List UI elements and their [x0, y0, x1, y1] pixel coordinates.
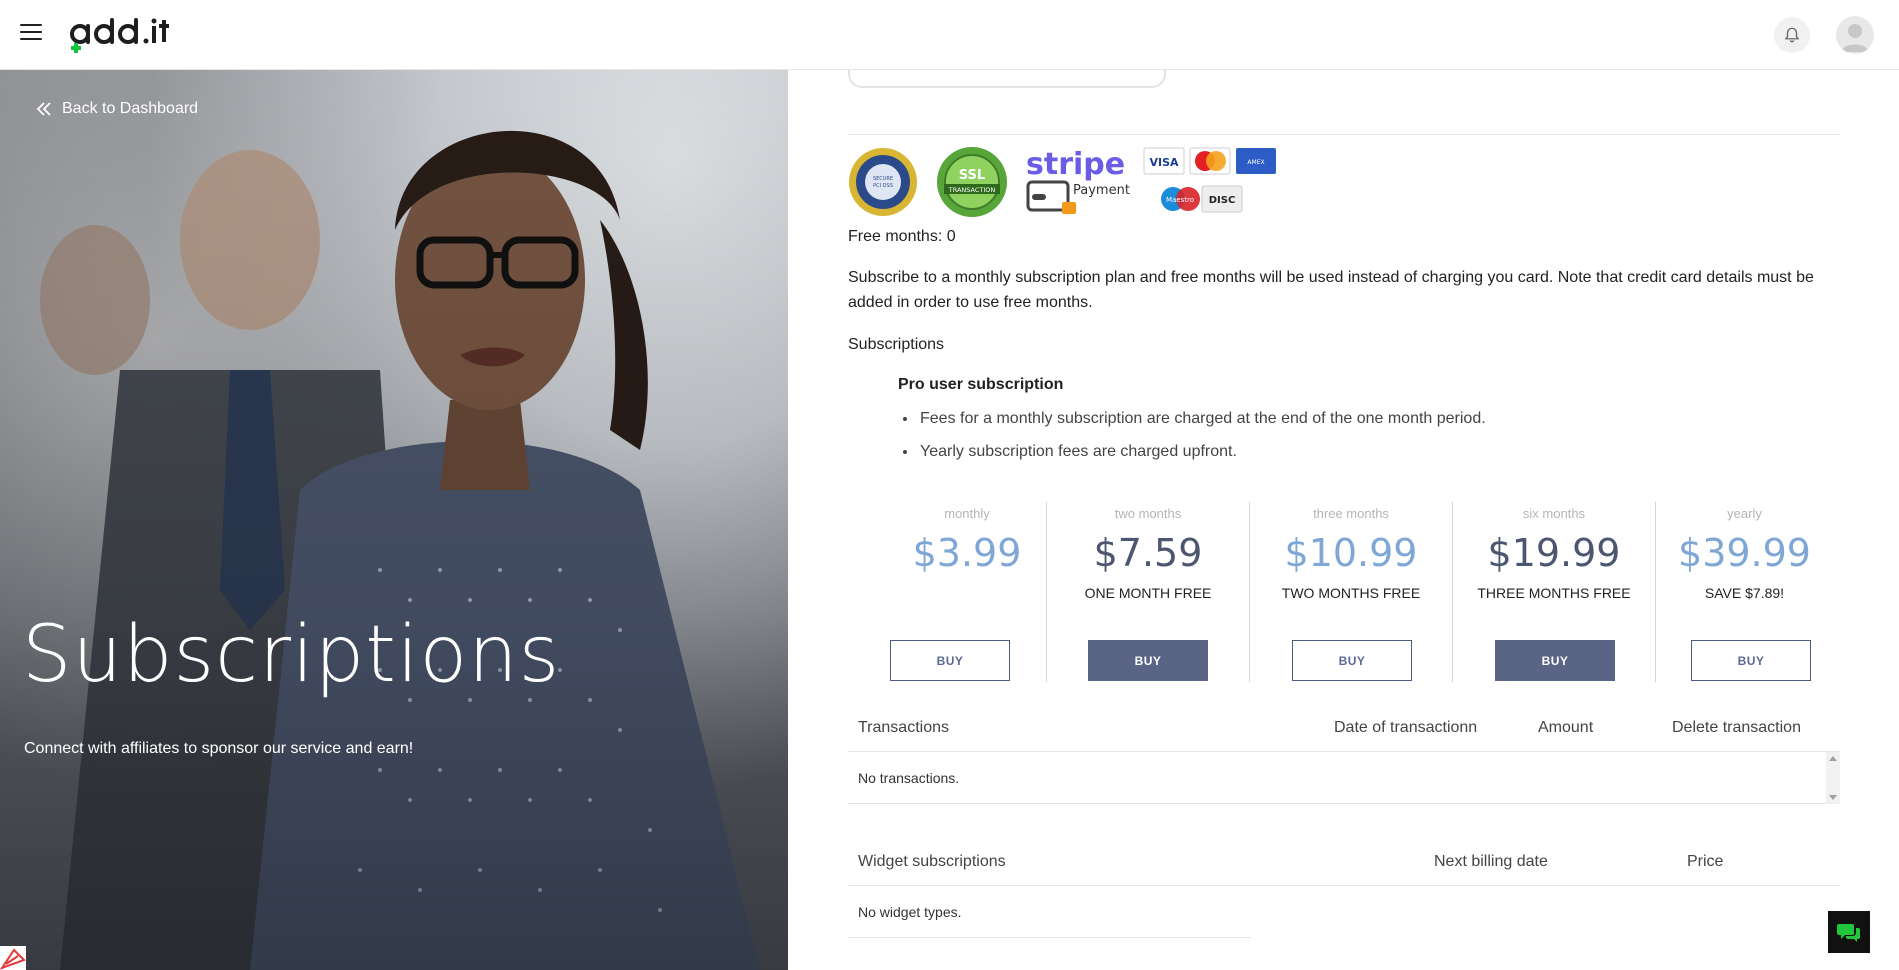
widgets-header-row: Widget subscriptions Next billing date P… — [848, 840, 1840, 886]
divider — [848, 134, 1840, 135]
top-bar — [0, 0, 1899, 70]
no-widget-types-text: No widget types. — [858, 904, 962, 920]
transactions-body: No transactions. — [848, 752, 1840, 804]
pro-subscription-title: Pro user subscription — [898, 376, 1064, 393]
svg-text:SSL: SSL — [959, 168, 985, 183]
plan-period: monthly — [944, 506, 990, 521]
corner-badge-icon — [0, 946, 26, 970]
plan-monthly: monthly $3.99 BUY — [888, 502, 1046, 682]
svg-text:stripe: stripe — [1026, 147, 1125, 182]
svg-text:VISA: VISA — [1149, 156, 1179, 169]
double-chevron-left-icon — [36, 102, 51, 116]
hero-title: Subscriptions — [22, 610, 561, 700]
svg-text:PCI DSS: PCI DSS — [873, 183, 893, 189]
payment-security-badges: SECURE PCI DSS SSL TRANSACTION stripe Pa… — [849, 147, 1276, 217]
plan-price: $3.99 — [912, 531, 1022, 575]
hero-overlay — [0, 70, 788, 970]
col-amount: Amount — [1538, 719, 1594, 736]
user-avatar-icon[interactable] — [1836, 16, 1874, 54]
widget-subscriptions-table: Widget subscriptions Next billing date P… — [848, 840, 1840, 938]
plan-promo — [888, 585, 1046, 603]
card-logos-icon: VISA AMEX Maestro DISC — [1143, 147, 1276, 213]
subscriptions-content: SECURE PCI DSS SSL TRANSACTION stripe Pa… — [848, 60, 1840, 970]
free-months-note: Subscribe to a monthly subscription plan… — [848, 269, 1814, 311]
plan-price: $19.99 — [1487, 531, 1621, 575]
bullet-monthly-fees: Fees for a monthly subscription are char… — [918, 410, 1486, 428]
hero-banner: Back to Dashboard Subscriptions Connect … — [0, 70, 788, 970]
svg-text:DISC: DISC — [1209, 195, 1236, 206]
add-it-logo[interactable] — [68, 14, 180, 54]
widgets-body: No widget types. — [848, 886, 1251, 938]
scroll-up-icon[interactable] — [1829, 756, 1837, 761]
buy-three-months-button[interactable]: BUY — [1292, 640, 1412, 681]
transactions-header-row: Transactions Date of transactionn Amount… — [848, 706, 1840, 752]
subscription-plans: monthly $3.99 BUY two months $7.59 ONE M… — [888, 502, 1848, 682]
bullet-yearly-fees: Yearly subscription fees are charged upf… — [918, 443, 1486, 461]
plan-period: three months — [1313, 506, 1389, 521]
plan-two-months: two months $7.59 ONE MONTH FREE BUY — [1046, 502, 1249, 682]
plan-period: yearly — [1727, 506, 1762, 521]
plan-price: $7.59 — [1093, 531, 1203, 575]
hamburger-icon[interactable] — [20, 24, 42, 42]
back-to-dashboard-label: Back to Dashboard — [62, 100, 199, 117]
back-to-dashboard-link[interactable]: Back to Dashboard — [36, 100, 198, 118]
scroll-down-icon[interactable] — [1829, 795, 1837, 800]
transactions-table: Transactions Date of transactionn Amount… — [848, 706, 1840, 804]
buy-yearly-button[interactable]: BUY — [1691, 640, 1811, 681]
plan-promo: THREE MONTHS FREE — [1477, 585, 1631, 601]
buy-monthly-button[interactable]: BUY — [890, 640, 1010, 681]
notification-bell-icon[interactable] — [1774, 17, 1810, 53]
plan-three-months: three months $10.99 TWO MONTHS FREE BUY — [1249, 502, 1452, 682]
ssl-transaction-badge-icon: SSL TRANSACTION — [937, 147, 1007, 217]
free-months-text: Free months: 0 — [848, 228, 956, 245]
col-widget-subscriptions: Widget subscriptions — [858, 853, 1006, 870]
svg-text:Maestro: Maestro — [1166, 196, 1194, 204]
plan-promo: ONE MONTH FREE — [1084, 585, 1212, 601]
pro-subscription-bullets: Fees for a monthly subscription are char… — [918, 410, 1486, 476]
no-transactions-text: No transactions. — [858, 770, 960, 786]
transactions-scrollbar[interactable] — [1826, 752, 1840, 804]
subscriptions-heading: Subscriptions — [848, 336, 945, 353]
chat-bubbles-icon[interactable] — [1828, 911, 1870, 953]
plan-period: two months — [1114, 506, 1182, 521]
svg-text:AMEX: AMEX — [1247, 159, 1264, 166]
col-price: Price — [1687, 853, 1724, 870]
plan-yearly: yearly $39.99 SAVE $7.89! BUY — [1655, 502, 1833, 682]
stripe-payment-icon: stripe Payment — [1026, 147, 1130, 214]
col-delete: Delete transaction — [1672, 719, 1801, 736]
buy-two-months-button[interactable]: BUY — [1088, 640, 1208, 681]
plan-period: six months — [1522, 506, 1586, 521]
col-next-billing-date: Next billing date — [1434, 853, 1548, 870]
col-date: Date of transactionn — [1334, 719, 1478, 736]
hero-subtitle: Connect with affiliates to sponsor our s… — [24, 740, 414, 757]
plan-price: $10.99 — [1284, 531, 1418, 575]
col-transactions: Transactions — [858, 719, 949, 736]
plan-six-months: six months $19.99 THREE MONTHS FREE BUY — [1452, 502, 1655, 682]
svg-text:TRANSACTION: TRANSACTION — [948, 186, 996, 194]
secure-shopping-seal-icon: SECURE PCI DSS — [849, 148, 917, 216]
svg-text:SECURE: SECURE — [873, 176, 893, 182]
svg-text:Payment: Payment — [1073, 183, 1130, 198]
plan-price: $39.99 — [1678, 531, 1811, 575]
buy-six-months-button[interactable]: BUY — [1495, 640, 1615, 681]
plan-promo: SAVE $7.89! — [1704, 585, 1785, 601]
plan-promo: TWO MONTHS FREE — [1281, 585, 1421, 601]
